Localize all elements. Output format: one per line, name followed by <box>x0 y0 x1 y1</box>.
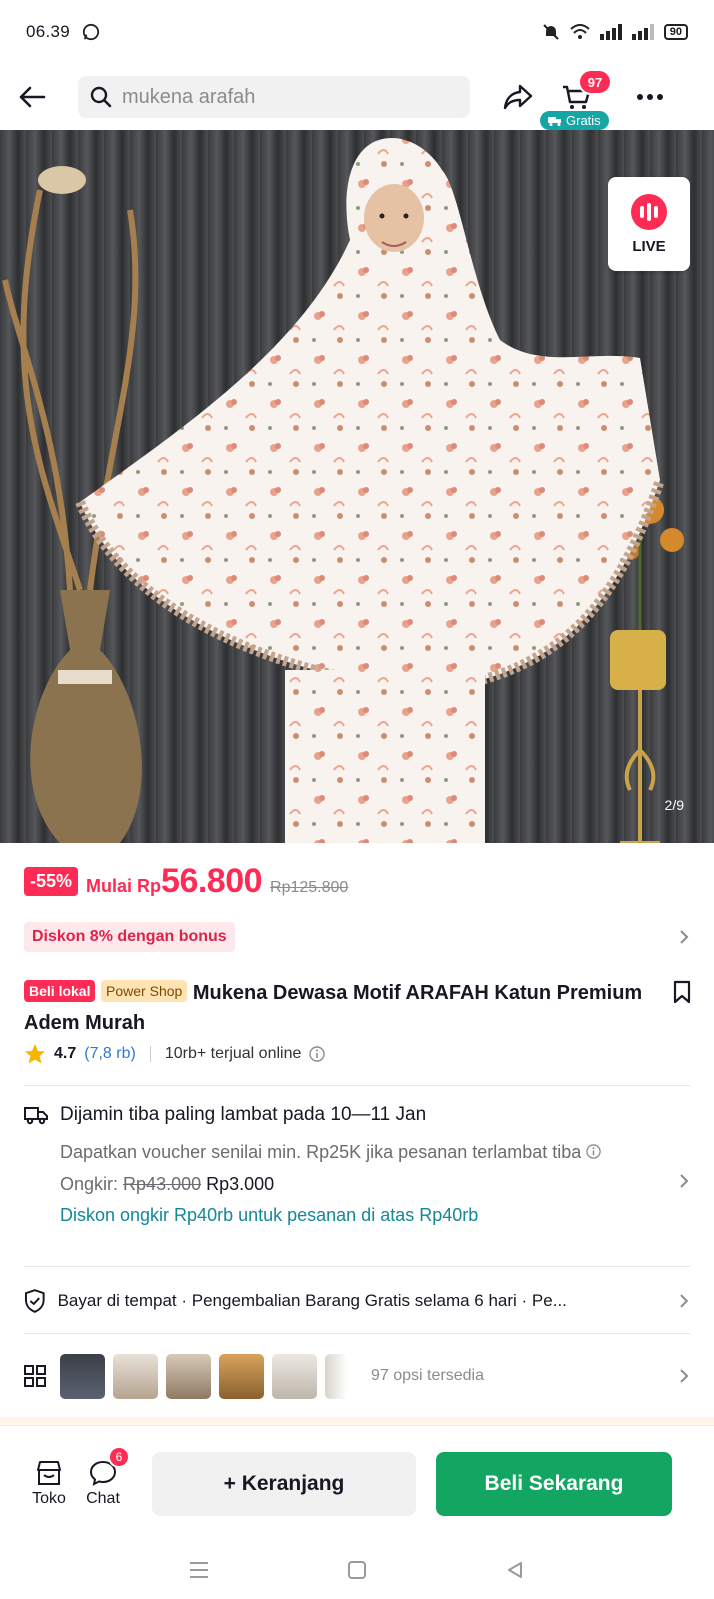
variant-thumbnail[interactable] <box>219 1353 264 1399</box>
bottom-action-bar: Toko 6 Chat + Keranjang Beli Sekarang <box>0 1425 714 1541</box>
product-title: Beli lokal Power Shop Mukena Dewasa Moti… <box>24 978 664 1038</box>
rating-row[interactable]: 4.7 (7,8 rb) 10rb+ terjual online <box>24 1043 326 1065</box>
separator <box>149 1046 151 1062</box>
status-time: 06.39 <box>26 22 71 41</box>
price-prefix: Mulai Rp <box>86 876 162 896</box>
info-icon[interactable] <box>586 1144 602 1159</box>
mute-icon <box>543 24 559 40</box>
status-icons: 90 <box>542 23 688 41</box>
menu-icon[interactable] <box>189 1561 209 1579</box>
buy-now-button[interactable]: Beli Sekarang <box>436 1451 672 1516</box>
search-input[interactable]: mukena arafah <box>78 76 470 118</box>
section-strip <box>0 1417 714 1425</box>
rating-count[interactable]: (7,8 rb) <box>84 1045 136 1063</box>
variant-thumbnail[interactable] <box>113 1353 158 1399</box>
cart-count-badge: 97 <box>578 69 612 95</box>
truck-icon <box>24 1107 48 1125</box>
variant-thumbnail[interactable] <box>325 1353 347 1399</box>
shield-check-icon <box>24 1289 45 1313</box>
original-price: Rp125.800 <box>270 879 349 896</box>
product-photo-illustration <box>2 138 684 843</box>
shop-button[interactable]: Toko <box>24 1460 74 1508</box>
live-bars-icon <box>631 193 667 230</box>
live-button[interactable]: LIVE <box>608 177 690 271</box>
shipping-promo: Diskon ongkir Rp40rb untuk pesanan di at… <box>60 1205 479 1225</box>
chevron-right-icon <box>680 1174 689 1188</box>
voucher-text: Dapatkan voucher senilai min. Rp25K jika… <box>60 1138 660 1166</box>
price-row: -55% Mulai Rp 56.800 Rp125.800 <box>24 862 348 901</box>
price-amount: 56.800 <box>161 862 263 900</box>
info-icon[interactable] <box>309 1046 326 1062</box>
variant-thumbnail[interactable] <box>166 1353 211 1399</box>
bookmark-icon[interactable] <box>672 980 692 1004</box>
live-label: LIVE <box>632 237 666 255</box>
back-triangle-icon[interactable] <box>505 1560 525 1580</box>
store-icon <box>37 1460 61 1485</box>
status-bar: 06.39 90 <box>0 0 714 64</box>
signal-icon <box>599 24 622 40</box>
power-shop-tag: Power Shop <box>101 980 188 1002</box>
divider <box>24 1085 690 1086</box>
star-icon <box>25 1044 45 1064</box>
wifi-icon <box>570 24 590 39</box>
share-button[interactable] <box>498 77 538 117</box>
discount-badge: -55% <box>24 867 79 896</box>
service-text: Bayar di tempat · Pengembalian Barang Gr… <box>57 1291 567 1310</box>
shop-label: Toko <box>32 1489 66 1507</box>
shipping-cost-new: Rp3.000 <box>206 1174 275 1194</box>
bonus-discount-tag: Diskon 8% dengan bonus <box>24 922 235 952</box>
search-text: mukena arafah <box>122 85 256 108</box>
system-nav-bar <box>0 1541 714 1599</box>
guarantee-text: Dijamin tiba paling lambat pada 10—11 Ja… <box>60 1104 427 1125</box>
local-tag: Beli lokal <box>24 980 96 1002</box>
variant-thumbnail[interactable] <box>272 1353 317 1399</box>
divider <box>24 1333 690 1334</box>
shipping-section[interactable]: Dijamin tiba paling lambat pada 10—11 Ja… <box>24 1104 690 1226</box>
signal-icon-2 <box>631 24 654 40</box>
service-row[interactable]: Bayar di tempat · Pengembalian Barang Gr… <box>24 1289 690 1313</box>
variant-count: 97 opsi tersedia <box>371 1367 484 1384</box>
back-button[interactable] <box>18 75 78 119</box>
truck-icon <box>548 116 561 126</box>
chat-button[interactable]: 6 Chat <box>78 1445 130 1508</box>
chevron-right-icon <box>680 1294 689 1308</box>
chevron-right-icon <box>680 930 689 944</box>
rating-value: 4.7 <box>54 1045 77 1062</box>
variant-row[interactable]: 97 opsi tersedia <box>24 1353 690 1399</box>
search-icon <box>90 86 112 108</box>
product-image[interactable]: LIVE 2/9 <box>0 130 714 843</box>
more-options-button[interactable] <box>630 77 670 117</box>
top-nav: mukena arafah 97 Gratis <box>0 64 714 130</box>
back-arrow-icon <box>19 86 46 108</box>
cart-button[interactable]: 97 Gratis <box>540 69 612 130</box>
grid-icon <box>24 1365 46 1387</box>
free-shipping-badge: Gratis <box>540 111 609 130</box>
whatsapp-icon <box>82 23 100 41</box>
battery-icon: 90 <box>663 24 688 40</box>
add-to-cart-button[interactable]: + Keranjang <box>152 1451 416 1516</box>
chat-count-badge: 6 <box>108 1445 130 1468</box>
divider <box>24 1266 690 1267</box>
bonus-row[interactable]: Diskon 8% dengan bonus <box>24 920 690 954</box>
variant-thumbnail[interactable] <box>60 1353 105 1399</box>
shipping-cost: Ongkir: Rp43.000 Rp3.000 <box>60 1174 275 1194</box>
sold-count: 10rb+ terjual online <box>164 1045 302 1062</box>
shipping-guarantee: Dijamin tiba paling lambat pada 10—11 Ja… <box>24 1104 690 1126</box>
share-icon <box>503 84 533 110</box>
home-icon[interactable] <box>347 1560 367 1580</box>
image-counter: 2/9 <box>664 797 684 813</box>
shipping-cost-old: Rp43.000 <box>123 1174 202 1194</box>
more-dots-icon <box>637 94 663 100</box>
chat-label: Chat <box>86 1489 120 1507</box>
chevron-right-icon <box>680 1369 689 1383</box>
